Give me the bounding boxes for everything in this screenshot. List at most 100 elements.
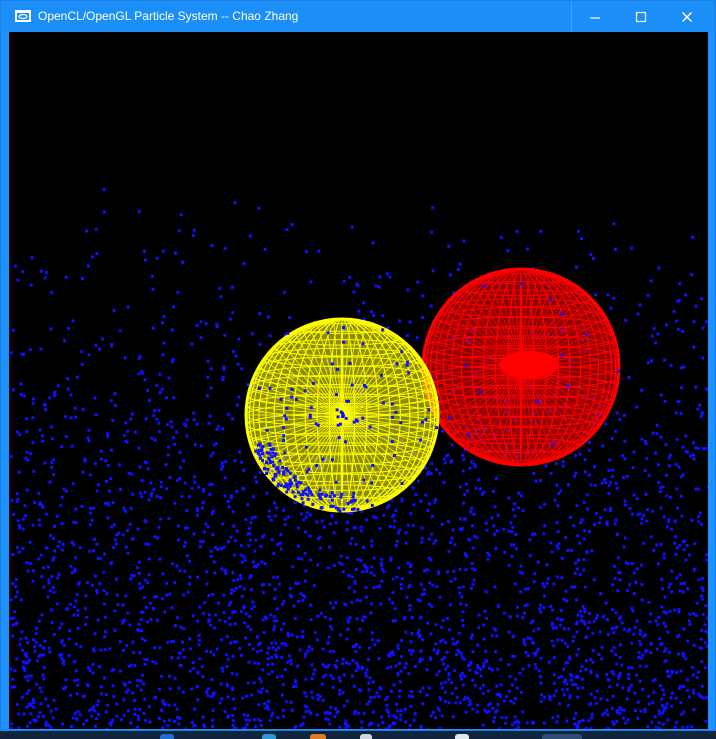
particle [293, 679, 297, 683]
particle [39, 347, 43, 351]
particle [155, 383, 159, 387]
particle [409, 704, 413, 708]
particle [90, 518, 94, 522]
taskbar-app-6[interactable] [542, 734, 582, 739]
particle [283, 451, 287, 455]
particle [24, 456, 28, 460]
particle [282, 508, 286, 512]
particle [280, 655, 284, 659]
particle [262, 590, 266, 594]
particle [540, 693, 544, 697]
taskbar-app-2[interactable] [262, 734, 276, 739]
particle [545, 581, 549, 585]
particle [87, 428, 91, 432]
particle [631, 466, 635, 470]
particle [440, 625, 444, 629]
render-viewport[interactable] [9, 32, 708, 729]
minimize-button[interactable] [571, 1, 618, 32]
particle [95, 717, 99, 720]
particle [331, 606, 335, 610]
particle [424, 493, 428, 497]
taskbar-app-4[interactable] [360, 734, 372, 739]
particle [231, 510, 235, 513]
particle [435, 426, 439, 430]
particle [630, 246, 634, 250]
particle [311, 696, 315, 700]
particle [223, 710, 227, 713]
particle [114, 577, 118, 581]
particle [676, 635, 680, 639]
particle [53, 391, 57, 395]
particle [247, 660, 251, 664]
particle [425, 668, 429, 672]
particle [361, 570, 365, 574]
taskbar-app-5[interactable] [455, 734, 469, 739]
particle [214, 442, 218, 445]
particle [31, 441, 35, 445]
particle [201, 506, 204, 510]
taskbar-app-3[interactable] [310, 734, 326, 739]
particle [654, 619, 658, 623]
title-bar[interactable]: OpenCL/OpenGL Particle System -- Chao Zh… [1, 1, 715, 32]
particle [481, 691, 485, 695]
particle [419, 649, 423, 653]
close-button[interactable] [664, 1, 710, 32]
particle [477, 613, 481, 617]
particle [138, 707, 142, 711]
particle [382, 513, 386, 517]
taskbar-app-1[interactable] [160, 734, 174, 739]
particle [236, 362, 240, 366]
particle [513, 715, 517, 719]
particle [380, 579, 384, 583]
particle [309, 490, 312, 494]
particle [247, 718, 251, 722]
particle [631, 609, 635, 613]
particle [196, 575, 200, 579]
maximize-button[interactable] [618, 1, 664, 32]
particle [622, 708, 626, 712]
particle [209, 650, 213, 654]
particle [360, 726, 364, 729]
particle [622, 716, 626, 720]
particle [301, 490, 305, 494]
particle [193, 475, 196, 479]
particle [25, 724, 29, 728]
particle [703, 666, 707, 670]
particle [12, 616, 16, 620]
particle [231, 311, 235, 315]
particle [495, 634, 499, 638]
particle [650, 359, 654, 363]
particle [420, 540, 424, 544]
particle [390, 402, 394, 406]
particle [679, 412, 683, 416]
particle [404, 661, 408, 665]
particle [674, 411, 678, 415]
particle [52, 473, 56, 477]
particle [367, 681, 371, 685]
particle [146, 620, 150, 624]
particle [13, 669, 17, 673]
particle [316, 537, 320, 541]
particle [20, 695, 24, 699]
particle [655, 423, 659, 427]
particle [444, 667, 448, 671]
particle [93, 462, 97, 465]
particle [576, 723, 580, 727]
particle [299, 592, 303, 596]
particle [612, 672, 616, 676]
particle [378, 527, 382, 531]
particle [267, 515, 271, 518]
particle [250, 693, 253, 697]
particle [195, 509, 199, 513]
particle [219, 467, 223, 471]
particle [321, 457, 325, 461]
particle [427, 537, 431, 541]
particle [617, 369, 621, 373]
particle [191, 233, 195, 237]
particle [539, 479, 542, 482]
particle [256, 563, 260, 566]
particle [102, 210, 106, 214]
particle [627, 689, 631, 693]
particle [658, 727, 662, 729]
particle [271, 711, 275, 715]
